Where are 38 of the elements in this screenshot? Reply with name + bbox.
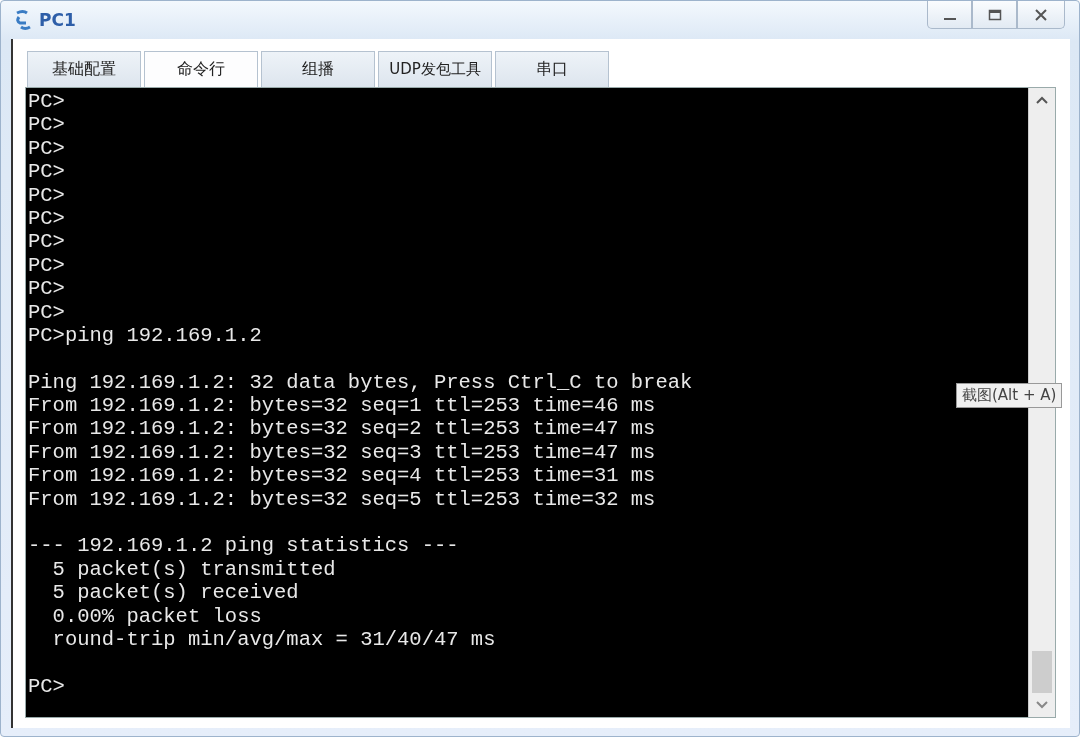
terminal-line: From 192.169.1.2: bytes=32 seq=3 ttl=253 time=47 ms (28, 440, 656, 464)
terminal-line: From 192.169.1.2: bytes=32 seq=2 ttl=253 time=47 ms (28, 417, 656, 441)
terminal-line: From 192.169.1.2: bytes=32 seq=4 ttl=253 time=31 ms (28, 464, 656, 488)
terminal-line: Ping 192.169.1.2: 32 data bytes, Press Ctrl_C to break (28, 370, 693, 394)
close-icon (1034, 8, 1048, 21)
terminal-line: PC> (28, 90, 65, 113)
terminal-line: PC> (28, 253, 65, 277)
terminal-line: --- 192.169.1.2 ping statistics --- (28, 534, 459, 558)
terminal-line: round-trip min/avg/max = 31/40/47 ms (51, 628, 496, 651)
close-button[interactable] (1017, 1, 1065, 29)
terminal-line: From 192.169.1.2: bytes=32 seq=1 ttl=253 time=46 ms (28, 394, 656, 418)
scrollbar-thumb[interactable] (1032, 651, 1052, 693)
terminal-line: PC> (28, 136, 65, 160)
terminal-line: PC> (28, 277, 65, 301)
maximize-icon (987, 8, 1002, 21)
terminal-line: PC>ping 192.169.1.2 (28, 323, 262, 347)
terminal-line: PC> (28, 183, 65, 207)
tab[interactable]: 命令行 (144, 51, 258, 87)
terminal-line: PC> (28, 206, 65, 230)
terminal-line: PC> (28, 113, 65, 137)
terminal-line: PC> (28, 300, 65, 324)
maximize-button[interactable] (972, 1, 1017, 29)
window-title: PC1 (39, 10, 76, 30)
terminal-line: From 192.169.1.2: bytes=32 seq=5 ttl=253 time=32 ms (28, 487, 656, 511)
tab[interactable]: UDP发包工具 (378, 51, 492, 87)
terminal-line: 0.00% packet loss (51, 604, 262, 628)
terminal-line: 5 packet(s) received (51, 581, 299, 605)
tab[interactable]: 串口 (495, 51, 609, 87)
terminal-line: PC> (28, 674, 65, 698)
tooltip: 截图(Alt + A) (956, 383, 1063, 408)
terminal-line: PC> (28, 160, 65, 184)
tab[interactable]: 组播 (261, 51, 375, 87)
terminal-line: PC> (28, 230, 65, 254)
minimize-icon (943, 17, 956, 20)
tab[interactable]: 基础配置 (27, 51, 141, 87)
terminal-line: 5 packet(s) transmitted (51, 557, 336, 581)
scroll-down-icon[interactable] (1036, 701, 1048, 709)
scroll-up-icon[interactable] (1036, 96, 1048, 104)
